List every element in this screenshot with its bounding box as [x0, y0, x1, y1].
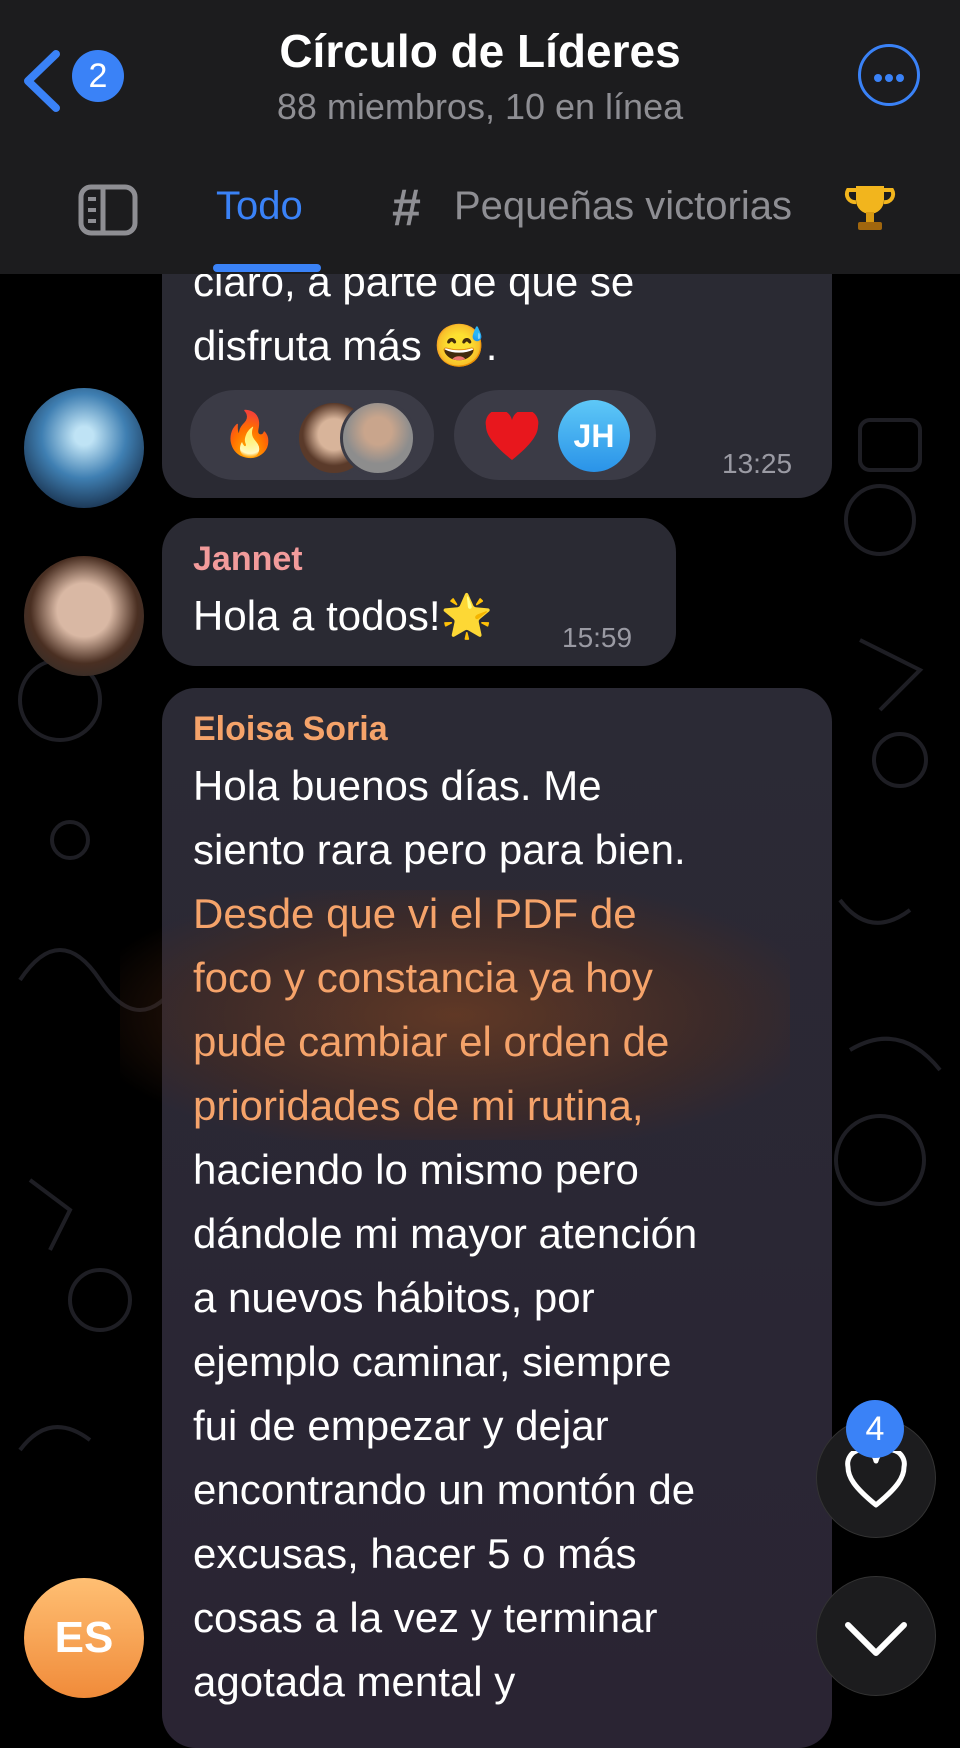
scroll-down-button[interactable] [816, 1576, 936, 1696]
chat-header: 2 Círculo de Líderes 88 miembros, 10 en … [0, 0, 960, 274]
active-tab-indicator [213, 264, 321, 272]
sender-avatar[interactable]: ES [24, 1578, 144, 1698]
more-options-button[interactable] [858, 44, 920, 106]
hashtag-icon: # [392, 179, 421, 237]
tab-pequenas-victorias[interactable]: Pequeñas victorias [454, 184, 792, 229]
highlighted-text-line: pude cambiar el orden de [193, 1018, 670, 1065]
message-text: disfruta más 😅. [193, 322, 498, 369]
chat-title[interactable]: Círculo de Líderes [0, 24, 960, 78]
message-text-line: agotada mental y [193, 1658, 516, 1705]
dot-icon [896, 74, 904, 82]
fire-icon: 🔥 [222, 410, 277, 459]
message-text-line: a nuevos hábitos, por [193, 1274, 595, 1321]
highlighted-text-line: prioridades de mi rutina, [193, 1082, 644, 1129]
message-text: Hola a todos!🌟 [193, 592, 493, 639]
message-text-line: dándole mi mayor atención [193, 1210, 698, 1257]
chevron-down-icon [845, 1622, 907, 1656]
message-text-line: siento rara pero para bien. [193, 826, 686, 873]
sender-avatar[interactable] [24, 388, 144, 508]
dot-icon [874, 74, 882, 82]
message-text-line: excusas, hacer 5 o más [193, 1530, 637, 1577]
message-text-line: haciendo lo mismo pero [193, 1146, 639, 1193]
trophy-icon [844, 186, 896, 230]
sender-avatar[interactable] [24, 556, 144, 676]
message-time: 15:59 [562, 622, 633, 653]
message-text-line: Hola buenos días. Me [193, 762, 602, 809]
heart-reaction[interactable]: JH [454, 390, 656, 480]
reactions-count-badge: 4 [846, 1400, 904, 1458]
highlighted-text-line: foco y constancia ya hoy [193, 954, 653, 1001]
avatar: JH [558, 400, 630, 472]
heart-outline-icon [845, 1451, 907, 1508]
message-text-line: ejemplo caminar, siempre [193, 1338, 672, 1385]
member-count: 88 miembros, 10 en línea [276, 86, 684, 127]
grinning-sweat-emoji: 😅 [433, 322, 486, 369]
topic-tabs: Todo # Pequeñas victorias [0, 160, 960, 274]
highlighted-text-line: Desde que vi el PDF de [193, 890, 637, 937]
sidebar-panel-icon[interactable] [78, 184, 138, 236]
sender-name[interactable]: Jannet [193, 540, 303, 579]
tab-todo[interactable]: Todo [216, 184, 303, 229]
message-text-line: encontrando un montón de [193, 1466, 696, 1513]
dot-icon [885, 74, 893, 82]
sender-name[interactable]: Eloisa Soria [193, 710, 388, 749]
message-text-line: cosas a la vez y terminar [193, 1594, 658, 1641]
heart-icon [485, 412, 539, 460]
message-time: 13:25 [722, 448, 793, 479]
message-text-line: fui de empezar y dejar [193, 1402, 609, 1449]
avatar [340, 400, 416, 476]
fire-reaction[interactable]: 🔥 [190, 390, 434, 480]
glowing-star-emoji: 🌟 [440, 592, 493, 639]
